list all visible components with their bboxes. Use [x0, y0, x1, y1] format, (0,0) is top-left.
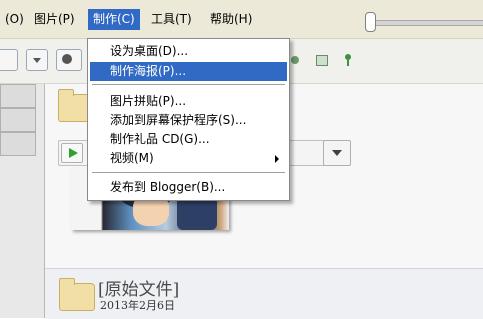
left-panel: [0, 84, 45, 318]
menu-separator: [92, 172, 285, 174]
folder-icon: [59, 278, 95, 311]
zoom-slider-track[interactable]: [370, 20, 483, 26]
frame-icon[interactable]: [316, 55, 328, 66]
menu-options-partial[interactable]: (O): [0, 9, 29, 30]
people-button[interactable]: [56, 49, 82, 71]
menu-picture[interactable]: 图片(P): [29, 9, 80, 30]
menu-item-video[interactable]: 视频(M): [90, 149, 287, 168]
panel-tab[interactable]: [0, 84, 36, 108]
view-list-button[interactable]: [0, 49, 18, 71]
menu-item-picture-collage[interactable]: 图片拼贴(P)...: [90, 92, 287, 111]
menu-tools[interactable]: 工具(T): [146, 9, 197, 30]
submenu-arrow-icon: [275, 155, 279, 163]
menu-item-make-gift-cd[interactable]: 制作礼品 CD(G)...: [90, 130, 287, 149]
create-menu-dropdown: 设为桌面(D)... 制作海报(P)... 图片拼贴(P)... 添加到屏幕保护…: [87, 38, 290, 201]
zoom-slider-thumb[interactable]: [365, 12, 376, 32]
pin-stem: [347, 60, 349, 66]
menu-item-publish-blogger[interactable]: 发布到 Blogger(B)...: [90, 178, 287, 197]
chevron-down-icon: [33, 58, 41, 63]
menu-item-video-label: 视频(M): [110, 151, 154, 165]
dropdown-toggle-button[interactable]: [26, 49, 48, 71]
zoom-icon[interactable]: [291, 56, 299, 64]
menu-item-set-as-desktop[interactable]: 设为桌面(D)...: [90, 42, 287, 61]
menu-item-make-poster[interactable]: 制作海报(P)...: [90, 62, 287, 81]
panel-tab[interactable]: [0, 108, 36, 132]
play-options-dropdown[interactable]: [323, 140, 351, 166]
menu-create[interactable]: 制作(C): [88, 9, 140, 30]
menu-help[interactable]: 帮助(H): [205, 9, 257, 30]
folder-date: 2013年2月6日: [100, 299, 175, 312]
person-icon: [62, 54, 72, 64]
play-button[interactable]: [61, 143, 83, 163]
panel-tab[interactable]: [0, 132, 36, 156]
menu-separator: [92, 84, 285, 86]
menu-item-add-screensaver[interactable]: 添加到屏幕保护程序(S)...: [90, 111, 287, 130]
